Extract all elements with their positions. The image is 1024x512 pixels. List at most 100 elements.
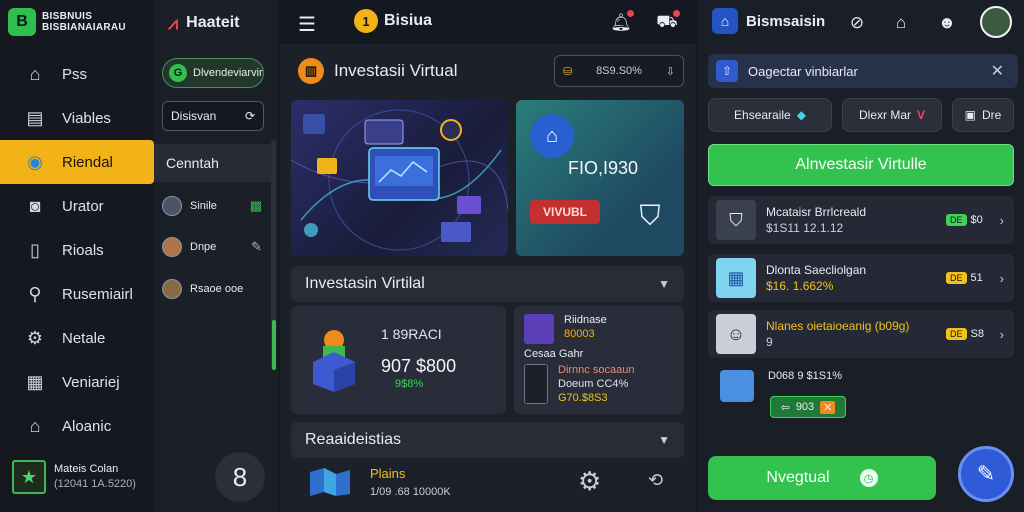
- list-item[interactable]: ⛉ Mcataisr Brrlcreald $1S11 12.1.12 DE $…: [708, 196, 1014, 244]
- mini-summary[interactable]: D068 9 $1S1% ⇦ 903 ✕: [720, 366, 870, 422]
- stat-value: 8S9.S0%: [596, 65, 642, 77]
- filter-pill[interactable]: G Dlvendeviarvir: [162, 58, 264, 88]
- avatar: [162, 196, 182, 216]
- hero-illustration[interactable]: [291, 100, 508, 256]
- primary-button[interactable]: Nvegtual ◷: [708, 456, 936, 500]
- list-item[interactable]: Sinile ▩: [162, 193, 262, 219]
- item-title: Nlanes oietaioeanig (b09g): [766, 319, 910, 333]
- pen-icon: ✎: [251, 239, 262, 254]
- download-icon: ⇩: [665, 65, 675, 78]
- page-title: ▥ Investasii Virtual: [298, 58, 457, 84]
- asset-line: Doeum CC4%: [558, 378, 629, 390]
- sidebar-item-5[interactable]: ⚲ Rusemiairl: [0, 272, 154, 316]
- item-pill: DE: [946, 328, 967, 340]
- right-header[interactable]: ⌂ Bismsaisin: [712, 8, 825, 34]
- sidebar-item-8[interactable]: ⌂ Aloanic: [0, 404, 154, 448]
- chip-1[interactable]: Ehsearaile ◆: [708, 98, 832, 132]
- coins-icon: ◉: [27, 151, 43, 172]
- avatar[interactable]: [980, 6, 1012, 38]
- mini-line: D068 9 $1S1%: [768, 370, 842, 382]
- chip-3[interactable]: ▣ Dre: [952, 98, 1014, 132]
- list-item[interactable]: ▦ Dlonta Saecliolgan $16. 1.662% DE 51 ›: [708, 254, 1014, 302]
- sidebar-item-label: Rioals: [62, 241, 104, 259]
- search-input[interactable]: Disisvan ⟳: [162, 101, 264, 131]
- section-header[interactable]: Investasin Virtilal ▼: [291, 266, 684, 302]
- home-icon: ⌂: [29, 63, 41, 84]
- edit-fab[interactable]: ✎: [958, 446, 1014, 502]
- sidebar-item-0[interactable]: ⌂ Pss: [0, 52, 154, 96]
- item-sub: $1S11 12.1.12: [766, 221, 844, 235]
- tag-icon: ⛉: [716, 200, 756, 240]
- sidebar-item-label: Netale: [62, 329, 106, 347]
- grid-icon: ▩: [249, 198, 262, 213]
- list-item[interactable]: Plains 1/09 .68 10000K ⚙ ⟲: [304, 462, 674, 502]
- chevron-right-icon: ›: [999, 326, 1004, 342]
- sidebar-nav: ⌂ Pss ▤ Viables ◉ Riendal ◙ Urator ▯ Rioals ⚲…: [0, 52, 154, 448]
- asset-line: G70.$8S3: [558, 392, 608, 404]
- menu-icon[interactable]: ☰: [298, 12, 316, 37]
- bell-icon[interactable]: 🔔︎: [608, 10, 634, 36]
- calendar-icon: ▦: [716, 258, 756, 298]
- sidebar-item-2[interactable]: ◉ Riendal: [0, 140, 154, 184]
- gem-icon: ◆: [796, 108, 806, 122]
- section-header[interactable]: Reaaideistias ▼: [291, 422, 684, 458]
- right-title: Bismsaisin: [746, 12, 826, 30]
- item-title: Dlonta Saecliolgan: [766, 263, 867, 277]
- bank-icon: ⌂: [530, 114, 574, 158]
- balance-card[interactable]: ⌂ FIO,I930 VIVUBL ⛉: [516, 100, 684, 256]
- gear-icon[interactable]: ⚙: [578, 466, 601, 497]
- item-sub: $16. 1.662%: [766, 279, 834, 293]
- app-brand[interactable]: 1 Bisiua: [354, 9, 432, 33]
- profile-sub: (12041 1A.5220): [54, 478, 136, 490]
- sidebar-item-1[interactable]: ▤ Viables: [0, 96, 154, 140]
- compass-icon[interactable]: ⊘: [844, 10, 870, 36]
- mini-badge[interactable]: ⇦ 903 ✕: [770, 396, 846, 418]
- item-sub: 9: [766, 335, 773, 349]
- contacts-header: Cenntah: [154, 144, 272, 182]
- clock-icon: ◷: [859, 469, 878, 487]
- avatar: [162, 279, 182, 299]
- sidebar-item-3[interactable]: ◙ Urator: [0, 184, 154, 228]
- item-value: 51: [970, 272, 983, 284]
- shield-icon: ⛉: [639, 199, 661, 231]
- sidebar-item-6[interactable]: ⚙ Netale: [0, 316, 154, 360]
- chart-icon: ⩘: [168, 12, 179, 33]
- chip-2[interactable]: Dlexr Mar V: [842, 98, 942, 132]
- list-item[interactable]: ☺ Nlanes oietaioeanig (b09g) 9 DE S8 ›: [708, 310, 1014, 358]
- section-title: Reaaideistias: [305, 431, 402, 448]
- user-profile[interactable]: ★ Mateis Colan (12041 1A.5220): [12, 454, 154, 500]
- user-icon[interactable]: ☻: [934, 10, 960, 36]
- investment-card[interactable]: 1 89RACI 907 $800 9$8%: [291, 306, 506, 414]
- lock-icon[interactable]: ⌂: [888, 10, 914, 36]
- sidebar-item-4[interactable]: ▯ Rioals: [0, 228, 154, 272]
- list-item-sub: 1/09 .68 10000K: [370, 486, 451, 498]
- phone-icon: ▯: [30, 239, 40, 260]
- list-item[interactable]: Dnpe ✎: [162, 234, 262, 260]
- scrollbar-thumb[interactable]: [272, 320, 276, 370]
- brand[interactable]: B BISBNUIS BISBIANAIARAU: [8, 6, 154, 38]
- contact-name: Rsaoe ooe: [190, 283, 244, 295]
- star-icon: ★: [12, 460, 46, 494]
- card-line-1: 1 89RACI: [381, 326, 442, 342]
- asset-card[interactable]: Riidnase 80003 Cesaa Gahr Dirnnc socaaun…: [514, 306, 684, 414]
- contact-name: Dnpe: [190, 241, 217, 253]
- map-icon: [310, 468, 350, 496]
- chevron-right-icon: ›: [999, 212, 1004, 228]
- close-icon[interactable]: ✕: [991, 61, 1004, 81]
- sidebar-item-7[interactable]: ▦ Veniariej: [0, 360, 154, 404]
- brand-logo-icon: B: [8, 8, 36, 36]
- cart-icon[interactable]: ⛟: [654, 10, 680, 36]
- pencil-icon: ✎: [976, 461, 996, 486]
- chevron-down-icon: ▼: [658, 433, 670, 447]
- top-bar: ☰ 1 Bisiua 🔔︎ ⛟: [278, 0, 698, 44]
- section-title: Investasin Virtilal: [305, 275, 425, 292]
- invest-button[interactable]: Alnvestasir Virtulle: [708, 144, 1014, 186]
- list-item[interactable]: Rsaoe ooe: [162, 276, 262, 302]
- stat-box[interactable]: ⛁ 8S9.S0% ⇩: [554, 55, 684, 87]
- count-badge[interactable]: 8: [215, 452, 265, 502]
- info-banner[interactable]: ⇧ Oagectar vinbiarlar ✕: [708, 54, 1018, 88]
- chip-label: Dlexr Mar: [858, 108, 911, 122]
- page-title-label: Investasii Virtual: [334, 61, 458, 80]
- asset-subtitle: Cesaa Gahr: [524, 348, 584, 360]
- share-icon[interactable]: ⟲: [648, 470, 663, 491]
